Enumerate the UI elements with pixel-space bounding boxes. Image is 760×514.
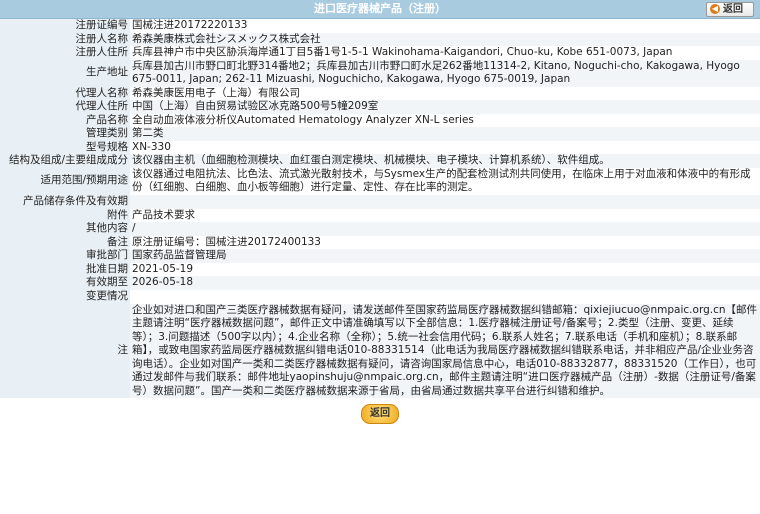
table-row: 注册证编号 国械注进20172220133 [0, 19, 760, 33]
table-row: 代理人住所 中国（上海）自由贸易试验区冰克路500号5幢209室 [0, 100, 760, 114]
field-label: 批准日期 [0, 262, 130, 276]
table-row: 注册人名称 希森美康株式会社シスメックス株式会社 [0, 32, 760, 46]
table-row: 其他内容 / [0, 222, 760, 236]
field-value: 全自动血液体液分析仪Automated Hematology Analyzer … [130, 113, 760, 127]
field-value: 2026-05-18 [130, 276, 760, 290]
back-button-bottom[interactable]: 返回 [361, 404, 399, 424]
field-value: 原注册证编号：国械注进20172400133 [130, 235, 760, 249]
field-value: 产品技术要求 [130, 208, 760, 222]
title-bar: 进口医疗器械产品（注册） ◀ 返回 [0, 0, 760, 19]
notice-text: 企业如对进口和国产三类医疗器械数据有疑问，请发送邮件至国家药监局医疗器械数据纠错… [130, 303, 760, 398]
table-row: 型号规格 XN-330 [0, 140, 760, 154]
field-value: 2021-05-19 [130, 262, 760, 276]
field-label: 注 [0, 303, 130, 398]
field-value: / [130, 222, 760, 236]
table-row: 有效期至 2026-05-18 [0, 276, 760, 290]
table-row: 产品储存条件及有效期 [0, 194, 760, 209]
field-value: 该仪器由主机（血细胞检测模块、血红蛋白测定模块、机械模块、电子模块、计算机系统）… [130, 154, 760, 168]
back-arrow-icon: ◀ [710, 4, 720, 14]
field-label: 结构及组成/主要组成成分 [0, 154, 130, 168]
page-title: 进口医疗器械产品（注册） [314, 2, 446, 15]
back-button-top[interactable]: ◀ 返回 [706, 2, 754, 17]
field-label: 变更情况 [0, 289, 130, 304]
table-row: 管理类别 第二类 [0, 127, 760, 141]
field-label: 产品名称 [0, 113, 130, 127]
field-label: 产品储存条件及有效期 [0, 194, 130, 209]
table-row: 审批部门 国家药品监督管理局 [0, 249, 760, 263]
table-row: 结构及组成/主要组成成分 该仪器由主机（血细胞检测模块、血红蛋白测定模块、机械模块… [0, 154, 760, 168]
table-row: 注册人住所 兵库县神户市中央区胁浜海岸通1丁目5番1号1-5-1 Wakinoha… [0, 46, 760, 60]
field-value: 国械注进20172220133 [130, 19, 760, 33]
field-value: 兵库县神户市中央区胁浜海岸通1丁目5番1号1-5-1 Wakinohama-Ka… [130, 46, 760, 60]
field-value: 中国（上海）自由贸易试验区冰克路500号5幢209室 [130, 100, 760, 114]
field-label: 代理人住所 [0, 100, 130, 114]
field-value: 国家药品监督管理局 [130, 249, 760, 263]
field-value: 第二类 [130, 127, 760, 141]
field-label: 适用范围/预期用途 [0, 167, 130, 195]
table-row: 代理人名称 希森美康医用电子（上海）有限公司 [0, 86, 760, 100]
table-row: 产品名称 全自动血液体液分析仪Automated Hematology Analy… [0, 113, 760, 127]
field-label: 生产地址 [0, 59, 130, 87]
footer: 返回 [0, 398, 760, 424]
field-label: 有效期至 [0, 276, 130, 290]
detail-table: 注册证编号 国械注进20172220133 注册人名称 希森美康株式会社シスメックス… [0, 19, 760, 398]
field-label: 型号规格 [0, 140, 130, 154]
field-label: 注册人名称 [0, 32, 130, 46]
field-label: 代理人名称 [0, 86, 130, 100]
field-value: 该仪器通过电阻抗法、比色法、流式激光散射技术，与Sysmex生产的配套检测试剂共… [130, 167, 760, 195]
table-row: 附件 产品技术要求 [0, 208, 760, 222]
field-label: 管理类别 [0, 127, 130, 141]
field-value [130, 289, 760, 304]
field-value: 希森美康株式会社シスメックス株式会社 [130, 32, 760, 46]
field-label: 附件 [0, 208, 130, 222]
field-value: 兵库县加古川市野口町北野314番地2；兵库县加古川市野口町水足262番地1131… [130, 59, 760, 87]
table-row: 变更情况 [0, 289, 760, 304]
field-value: 希森美康医用电子（上海）有限公司 [130, 86, 760, 100]
table-row: 批准日期 2021-05-19 [0, 262, 760, 276]
table-row: 适用范围/预期用途 该仪器通过电阻抗法、比色法、流式激光散射技术，与Sysmex生… [0, 167, 760, 195]
field-label: 注册证编号 [0, 19, 130, 33]
back-button-label: 返回 [723, 4, 743, 15]
field-label: 备注 [0, 235, 130, 249]
field-label: 其他内容 [0, 222, 130, 236]
table-row: 注企业如对进口和国产三类医疗器械数据有疑问，请发送邮件至国家药监局医疗器械数据纠… [0, 303, 760, 398]
field-label: 审批部门 [0, 249, 130, 263]
table-row: 生产地址 兵库县加古川市野口町北野314番地2；兵库县加古川市野口町水足262番地… [0, 59, 760, 87]
field-value [130, 194, 760, 209]
field-value: XN-330 [130, 140, 760, 154]
field-label: 注册人住所 [0, 46, 130, 60]
table-row: 备注 原注册证编号：国械注进20172400133 [0, 235, 760, 249]
